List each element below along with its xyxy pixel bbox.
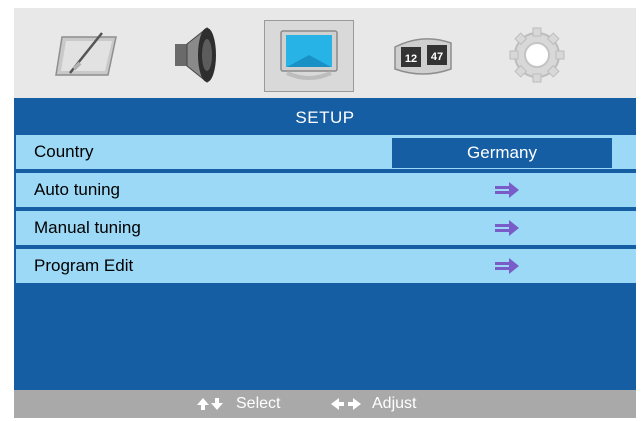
adjust-label: Adjust <box>372 395 417 412</box>
menu-item-label: Auto tuning <box>34 180 121 199</box>
tab-setup[interactable] <box>264 20 354 92</box>
right-arrow-icon <box>495 220 519 236</box>
tab-options[interactable] <box>498 22 576 88</box>
menu-item-label: Country <box>34 142 94 161</box>
channel-number-icon: 12 47 <box>394 38 452 75</box>
menu-item-label: Program Edit <box>34 256 134 275</box>
setup-panel: SETUP Country Germany Auto tuning Manual… <box>14 98 636 390</box>
channel-digit-2: 47 <box>431 51 443 63</box>
right-arrow-icon <box>495 182 519 198</box>
key-hint-bar: Select Adjust <box>14 390 636 418</box>
menu-item-label: Manual tuning <box>34 218 141 237</box>
adjust-hint: Adjust <box>330 390 416 418</box>
right-arrow-icon <box>495 258 519 274</box>
select-label: Select <box>236 395 281 412</box>
menu-item-auto-tuning[interactable]: Auto tuning <box>16 173 636 207</box>
menu-item-manual-tuning[interactable]: Manual tuning <box>16 211 636 245</box>
select-hint: Select <box>196 390 280 418</box>
menu-item-country[interactable]: Country Germany <box>16 135 636 169</box>
menu-icon-bar: 12 47 <box>14 8 636 98</box>
menu-item-program-edit[interactable]: Program Edit <box>16 249 636 283</box>
gear-icon <box>509 27 565 83</box>
speaker-icon <box>175 26 216 84</box>
tab-sound[interactable] <box>156 22 234 88</box>
left-right-arrows-icon <box>331 398 361 410</box>
picture-icon <box>55 32 117 76</box>
channel-digit-1: 12 <box>405 53 417 65</box>
country-value[interactable]: Germany <box>392 138 612 168</box>
menu-title: SETUP <box>295 108 355 127</box>
up-down-arrows-icon <box>197 398 223 410</box>
tv-screen-icon <box>280 30 338 80</box>
tab-picture[interactable] <box>48 22 126 88</box>
tv-osd-menu: 12 47 SETUP Country Germany Auto tuning … <box>14 8 636 418</box>
tab-channel[interactable]: 12 47 <box>384 22 462 88</box>
